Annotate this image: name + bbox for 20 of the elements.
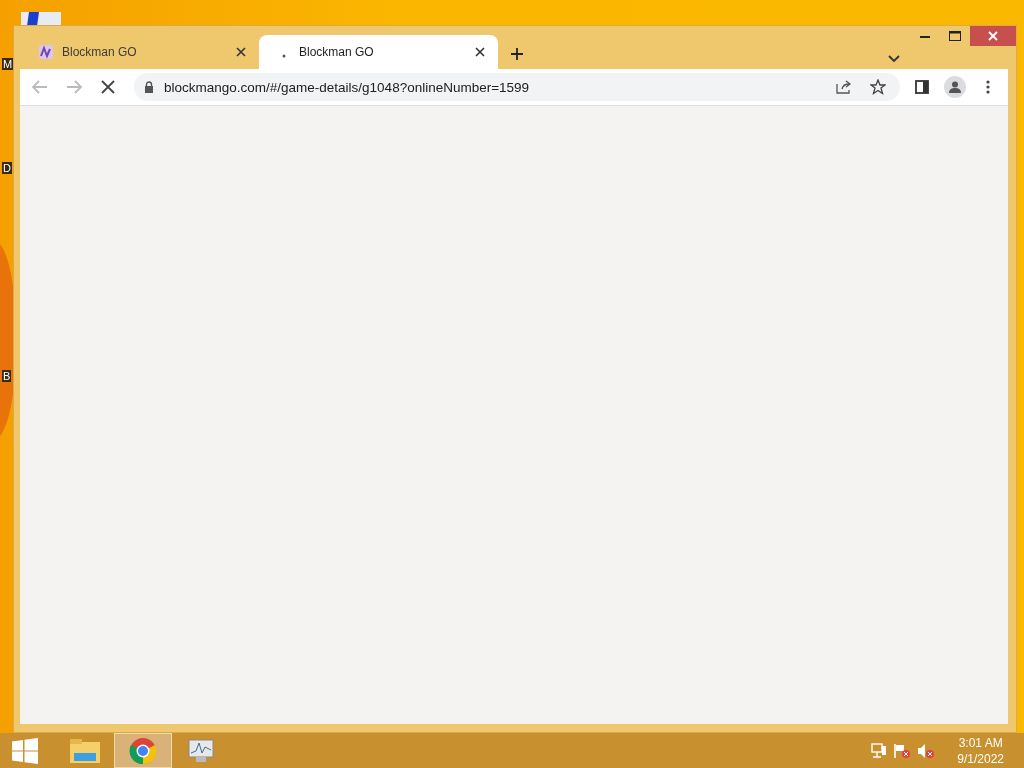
- desktop-icon-label[interactable]: M: [2, 58, 14, 70]
- browser-tab[interactable]: Blockman GO: [259, 35, 498, 69]
- url-text: blockmango.com/#/game-details/g1048?onlineNumber=1599: [164, 79, 531, 95]
- desktop-icon-label[interactable]: D: [2, 162, 12, 174]
- new-tab-icon[interactable]: [510, 47, 524, 61]
- tab-title: Blockman GO: [62, 45, 138, 59]
- profile-icon[interactable]: [944, 76, 966, 98]
- network-icon[interactable]: [871, 742, 888, 759]
- browser-tab[interactable]: Blockman GO: [20, 35, 259, 69]
- address-bar[interactable]: blockmango.com/#/game-details/g1048?onlineNumber=1599: [134, 73, 900, 101]
- lock-icon: [144, 81, 154, 93]
- monitor-icon: [186, 737, 216, 764]
- folder-icon: [69, 737, 101, 764]
- speaker-muted-icon[interactable]: [917, 742, 936, 759]
- desktop-icon-label[interactable]: B: [2, 370, 12, 382]
- flag-error-icon[interactable]: [893, 742, 912, 759]
- chevron-down-icon[interactable]: [888, 55, 900, 63]
- chrome-icon: [129, 736, 157, 765]
- taskbar-app-button[interactable]: [114, 733, 172, 768]
- tab-title: Blockman GO: [299, 45, 375, 59]
